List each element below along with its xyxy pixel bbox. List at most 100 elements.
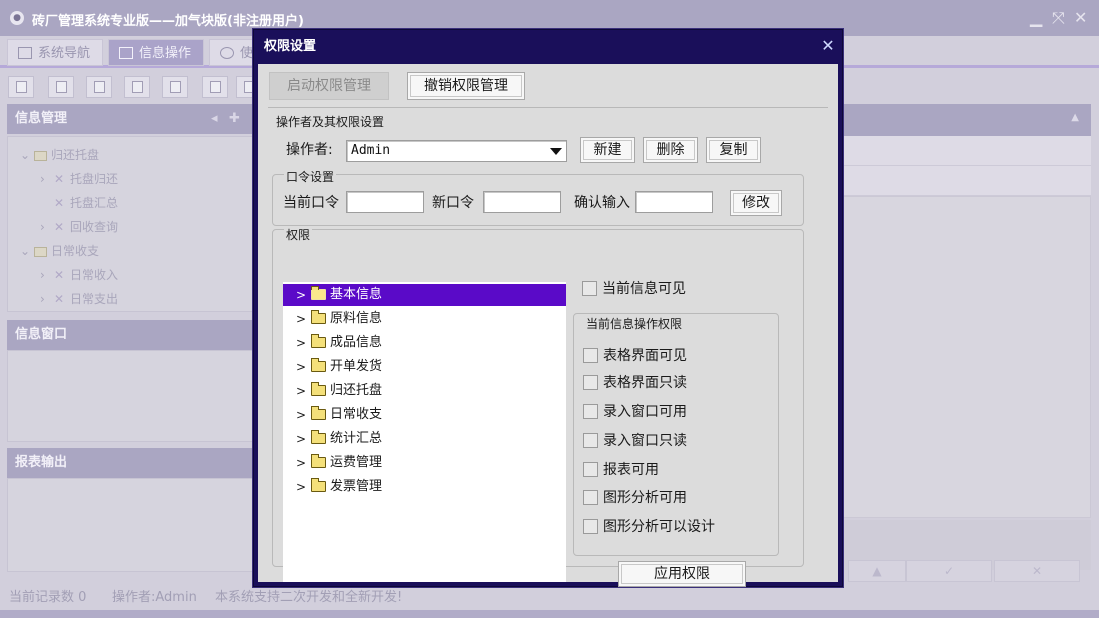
chevron-right-icon[interactable]: > [296, 332, 306, 354]
info-manage-tree: ⌄ 归还托盘 › ✕ 托盘归还 ✕ 托盘汇总 › ✕ 回收查询 ⌄ 日常收支 › ✕ 日常收入 ›… [7, 136, 267, 312]
checkbox-label: 录入窗口可用 [603, 404, 687, 420]
table-row[interactable] [840, 166, 1091, 196]
tree-label: 日常收支 [330, 407, 383, 422]
tab-system-nav[interactable]: 系统导航 [7, 39, 103, 66]
collapse-left-icon[interactable]: ◂ [211, 104, 218, 134]
tab-info-operation[interactable]: 信息操作 [108, 39, 204, 66]
tree-item-daily-expense[interactable]: › ✕ 日常支出 [40, 289, 118, 309]
modify-password-button[interactable]: 修改 [730, 190, 782, 216]
right-panel-header: ▲ [840, 104, 1091, 136]
chevron-right-icon[interactable]: > [296, 476, 306, 498]
toolbar-list-button[interactable] [48, 76, 74, 98]
close-icon[interactable]: ✕ [1074, 8, 1087, 27]
tree-node-freight[interactable]: > 运费管理 [283, 452, 566, 474]
list-icon [56, 81, 67, 93]
chevron-right-icon[interactable]: > [296, 356, 306, 378]
chevron-right-icon[interactable]: > [296, 452, 306, 474]
tree-item-daily-finance[interactable]: ⌄ 日常收支 [20, 241, 99, 261]
operator-select[interactable]: Admin [346, 140, 567, 162]
tree-item-pallet-return[interactable]: › ✕ 托盘归还 [40, 169, 118, 189]
close-icon[interactable]: ✕ [820, 38, 836, 54]
delete-operator-button[interactable]: 删除 [643, 137, 698, 163]
info-window-body [7, 350, 267, 442]
tree-node-statistics[interactable]: > 统计汇总 [283, 428, 566, 450]
operator-select-value: Admin [351, 143, 391, 158]
info-window-header: 信息窗口 [7, 320, 267, 350]
tree-item-daily-income[interactable]: › ✕ 日常收入 [40, 265, 118, 285]
chevron-right-icon[interactable]: > [296, 308, 306, 330]
checkbox-box[interactable] [583, 490, 598, 505]
minimize-icon[interactable]: ▁ [1030, 8, 1042, 27]
password-group-title: 口令设置 [284, 168, 337, 185]
apply-permission-button[interactable]: 应用权限 [618, 561, 746, 587]
chevron-right-icon: › [40, 268, 45, 282]
tree-item-return-pallet[interactable]: ⌄ 归还托盘 [20, 145, 99, 165]
up-button[interactable]: ▲ [848, 560, 906, 582]
folder-icon [311, 430, 326, 444]
chevron-right-icon[interactable]: > [296, 284, 306, 306]
checkbox-label: 录入窗口只读 [603, 433, 687, 449]
toolbar-edit-button[interactable] [202, 76, 228, 98]
tree-node-material-info[interactable]: > 原料信息 [283, 308, 566, 330]
panel-title: 信息窗口 [15, 327, 68, 342]
toolbar-doc-button[interactable] [86, 76, 112, 98]
tree-node-return-pallet[interactable]: > 归还托盘 [283, 380, 566, 402]
new-operator-button[interactable]: 新建 [580, 137, 635, 163]
restore-icon[interactable]: ⤧ [1052, 8, 1065, 28]
table-header-row [840, 136, 1091, 166]
tree-label: 日常收入 [70, 268, 119, 282]
checkbox-box[interactable] [583, 519, 598, 534]
chevron-right-icon[interactable]: > [296, 428, 306, 450]
tree-node-daily-finance[interactable]: > 日常收支 [283, 404, 566, 426]
checkbox-label: 报表可用 [603, 462, 659, 478]
confirm-password-field[interactable] [635, 191, 713, 213]
confirm-button[interactable]: ✓ [906, 560, 992, 582]
tab-usage[interactable]: 使 [209, 39, 259, 66]
toolbar-users-button[interactable] [124, 76, 150, 98]
enable-permission-button[interactable]: 启动权限管理 [269, 72, 389, 100]
toolbar-more-button[interactable] [236, 76, 255, 98]
copy-operator-button[interactable]: 复制 [706, 137, 761, 163]
clock-icon [220, 47, 234, 59]
checkbox-label: 表格界面可见 [603, 348, 687, 364]
folder-icon [311, 478, 326, 492]
checkbox-box[interactable] [583, 375, 598, 390]
checkbox-box[interactable] [583, 433, 598, 448]
checkbox-box[interactable] [583, 348, 598, 363]
tree-label: 原料信息 [330, 311, 383, 326]
tree-node-basic-info[interactable]: > 基本信息 [283, 284, 566, 306]
cancel-button[interactable]: ✕ [994, 560, 1080, 582]
permission-group-title: 权限 [284, 226, 313, 243]
folder-icon [311, 454, 326, 468]
folder-icon [311, 358, 326, 372]
collapse-up-icon[interactable]: ▲ [1071, 112, 1079, 123]
tree-label: 日常收支 [51, 244, 100, 258]
tree-node-invoice[interactable]: > 发票管理 [283, 476, 566, 498]
tree-node-product-info[interactable]: > 成品信息 [283, 332, 566, 354]
window-icon [170, 81, 181, 93]
tree-label: 托盘汇总 [70, 196, 119, 210]
tree-item-pallet-summary[interactable]: ✕ 托盘汇总 [54, 193, 118, 213]
panel-title: 报表输出 [15, 455, 68, 470]
checkbox-box[interactable] [583, 462, 598, 477]
tree-label: 归还托盘 [330, 383, 383, 398]
chevron-right-icon[interactable]: > [296, 380, 306, 402]
checkbox-box[interactable] [582, 281, 597, 296]
chevron-right-icon: › [40, 172, 45, 186]
new-password-field[interactable] [483, 191, 561, 213]
chevron-right-icon[interactable]: > [296, 404, 306, 426]
tree-item-recycle-query[interactable]: › ✕ 回收查询 [40, 217, 118, 237]
app-title: 砖厂管理系统专业版——加气块版(非注册用户) [32, 14, 304, 29]
checkbox-box[interactable] [583, 404, 598, 419]
folder-icon [311, 334, 326, 348]
tree-node-order-shipping[interactable]: > 开单发货 [283, 356, 566, 378]
add-icon[interactable]: ✚ [229, 104, 240, 134]
toolbar-search-button[interactable] [8, 76, 34, 98]
toolbar-window-button[interactable] [162, 76, 188, 98]
tree-label: 归还托盘 [51, 148, 100, 162]
revoke-permission-button[interactable]: 撤销权限管理 [407, 72, 525, 100]
tab-label: 信息操作 [139, 46, 192, 61]
chevron-down-icon[interactable] [550, 148, 562, 155]
tree-label: 发票管理 [330, 479, 383, 494]
current-password-field[interactable] [346, 191, 424, 213]
